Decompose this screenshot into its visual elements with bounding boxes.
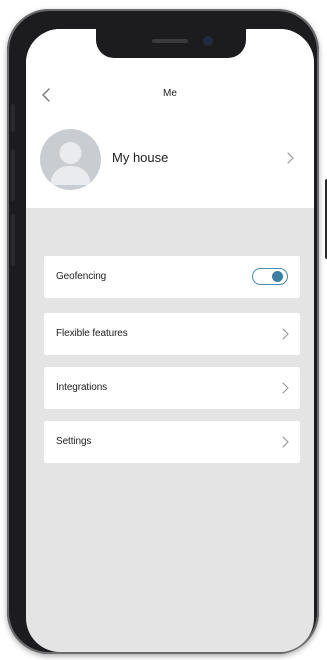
menu-item-flexible-features[interactable]: Flexible features <box>44 313 300 355</box>
volume-down-button <box>11 214 15 266</box>
speaker-grille <box>152 39 188 43</box>
menu-item-geofencing[interactable]: Geofencing <box>44 256 300 298</box>
phone-notch <box>96 29 246 58</box>
page-title: Me <box>163 88 177 99</box>
avatar <box>40 129 101 190</box>
geofencing-toggle[interactable] <box>252 268 288 285</box>
chevron-right-icon <box>282 328 289 340</box>
profile-row[interactable]: My house <box>40 127 302 191</box>
phone-frame: Me My house Geofencing Flexible features… <box>7 9 327 654</box>
menu-item-integrations[interactable]: Integrations <box>44 367 300 409</box>
front-camera-icon <box>204 37 212 45</box>
mute-switch <box>11 104 15 132</box>
menu-item-label: Geofencing <box>56 271 107 282</box>
menu-item-label: Integrations <box>56 382 108 393</box>
volume-up-button <box>11 149 15 201</box>
phone-screen: Me My house Geofencing Flexible features… <box>26 29 314 652</box>
profile-name: My house <box>112 150 169 165</box>
user-avatar-icon <box>50 142 91 185</box>
menu-item-settings[interactable]: Settings <box>44 421 300 463</box>
chevron-right-icon <box>282 436 289 448</box>
chevron-right-icon <box>287 152 294 164</box>
menu-item-label: Flexible features <box>56 328 128 339</box>
chevron-right-icon <box>282 382 289 394</box>
toggle-knob <box>272 271 283 282</box>
menu-item-label: Settings <box>56 436 92 447</box>
